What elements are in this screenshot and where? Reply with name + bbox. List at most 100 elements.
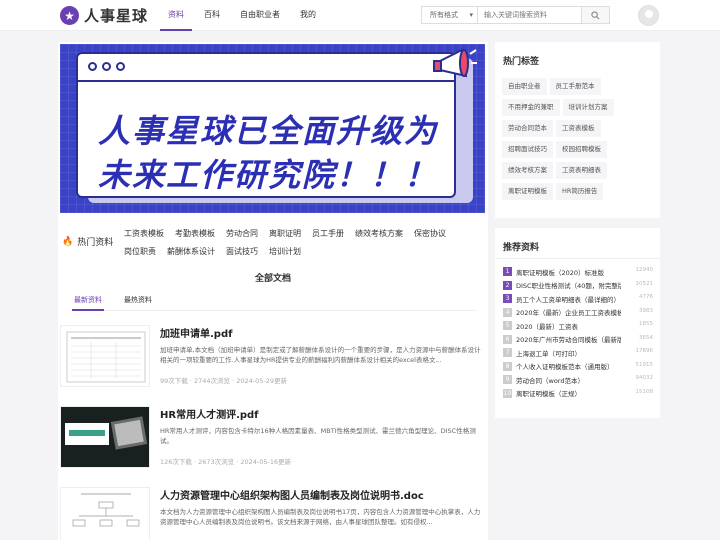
view-count: 3654 xyxy=(639,334,653,341)
promo-banner[interactable]: 人事星球已全面升级为 未来工作研究院！！！ xyxy=(60,44,485,213)
tag-link[interactable]: 培训计划方案 xyxy=(562,99,614,116)
rec-title[interactable]: 个人收入证明模板范本（通用版） xyxy=(516,361,621,371)
rec-title[interactable]: 2020年广州市劳动合同模板（最新版） xyxy=(516,334,621,344)
rec-title[interactable]: 劳动合同（word范本） xyxy=(516,375,621,385)
banner-window-card: 人事星球已全面升级为 未来工作研究院！！！ xyxy=(76,52,456,198)
hot-link[interactable]: 劳动合同 xyxy=(226,225,258,243)
tag-link[interactable]: HR简历报告 xyxy=(556,183,604,200)
rec-title[interactable]: 上海退工单（可打印） xyxy=(516,348,621,358)
hot-link[interactable]: 离职证明 xyxy=(269,225,301,243)
doc-thumbnail[interactable] xyxy=(60,487,150,540)
doc-description: 加班申请单,本文档（加班申请单）是制定或了解薪酬体系设计的一个重要的步骤，是人力… xyxy=(160,346,481,364)
doc-title[interactable]: 人力资源管理中心组织架构图人员编制表及岗位说明书.doc xyxy=(160,487,424,502)
tag-link[interactable]: 离职证明模板 xyxy=(502,183,553,200)
search-input[interactable] xyxy=(478,6,582,24)
doc-tabs: 最新资料 最热资料 xyxy=(72,295,477,311)
list-item[interactable]: 2 DISC职业性格测试（40题，附完整版） 10521 xyxy=(503,279,653,293)
rec-title[interactable]: DISC职业性格测试（40题，附完整版） xyxy=(516,280,621,290)
divider xyxy=(495,258,660,259)
nav-item-mine[interactable]: 我的 xyxy=(292,0,324,31)
talent-assessment-thumbnail-image xyxy=(61,407,149,467)
tag-link[interactable]: 绩效考核方案 xyxy=(502,162,553,179)
rec-title[interactable]: 2020（最新）工资表 xyxy=(516,321,621,331)
hot-link[interactable]: 岗位职责 xyxy=(124,243,156,261)
form-thumbnail-image xyxy=(66,331,146,383)
doc-item[interactable]: HR常用人才测评.pdf HR常用人才测评，内容包含卡特尔16种人格因素量表、M… xyxy=(60,406,485,476)
list-item[interactable]: 6 2020年广州市劳动合同模板（最新版） 3654 xyxy=(503,333,653,347)
megaphone-icon xyxy=(433,48,477,78)
doc-title[interactable]: 加班申请单.pdf xyxy=(160,325,232,340)
main-content: 人事星球已全面升级为 未来工作研究院！！！ 🔥 热门资料 工资表模板 考勤表模板… xyxy=(58,42,488,540)
doc-title[interactable]: HR常用人才测评.pdf xyxy=(160,406,259,421)
rank-badge: 5 xyxy=(503,321,512,331)
site-logo[interactable]: ★ 人事星球 xyxy=(60,5,148,26)
tab-popular[interactable]: 最热资料 xyxy=(122,295,154,311)
list-item[interactable]: 5 2020（最新）工资表 1855 xyxy=(503,319,653,333)
rank-badge: 10 xyxy=(503,388,512,398)
hot-links: 工资表模板 考勤表模板 劳动合同 离职证明 员工手册 绩效考核方案 保密协议 岗… xyxy=(124,225,474,261)
hot-tags-title: 热门标签 xyxy=(503,57,540,67)
window-divider xyxy=(78,80,454,82)
list-item[interactable]: 1 离职证明模板（2020）标准版 12940 xyxy=(503,265,653,279)
search-button[interactable] xyxy=(582,6,610,24)
view-count: 94032 xyxy=(635,375,654,381)
fire-icon: 🔥 xyxy=(62,236,74,247)
doc-item[interactable]: 人力资源管理中心组织架构图人员编制表及岗位说明书.doc 本文档为人力资源管理中… xyxy=(60,487,485,540)
doc-item[interactable]: 加班申请单.pdf 加班申请单,本文档（加班申请单）是制定或了解薪酬体系设计的一… xyxy=(60,325,485,395)
tag-link[interactable]: 员工手册范本 xyxy=(549,78,601,95)
list-item[interactable]: 9 劳动合同（word范本） 94032 xyxy=(503,373,653,387)
hot-link[interactable]: 面试技巧 xyxy=(226,243,258,261)
list-item[interactable]: 10 离职证明模板（正规） 15108 xyxy=(503,387,653,401)
tag-link[interactable]: 工资表模板 xyxy=(556,120,601,137)
top-header: ★ 人事星球 资料 百科 自由职业者 我的 所有格式 ▾ xyxy=(0,0,720,31)
tag-link[interactable]: 工资表明细表 xyxy=(556,162,607,179)
tag-link[interactable]: 自由职业者 xyxy=(502,78,547,95)
banner-headline-1: 人事星球已全面升级为 xyxy=(98,112,439,150)
rank-badge: 4 xyxy=(503,307,512,317)
hot-link[interactable]: 员工手册 xyxy=(312,225,344,243)
rec-title[interactable]: 员工个人工资单明细表（最详细的） xyxy=(516,294,621,304)
tag-link[interactable]: 校园招聘模板 xyxy=(556,141,607,158)
hot-link[interactable]: 保密协议 xyxy=(414,225,446,243)
doc-meta: 126次下载 · 2673次浏览 · 2024-05-16更新 xyxy=(160,458,292,466)
logo-text: 人事星球 xyxy=(84,7,149,25)
hot-link[interactable]: 工资表模板 xyxy=(124,225,164,243)
list-item[interactable]: 3 员工个人工资单明细表（最详细的） 4776 xyxy=(503,292,653,306)
tab-latest[interactable]: 最新资料 xyxy=(72,295,104,311)
rank-badge: 3 xyxy=(503,294,512,304)
nav-item-freelancers[interactable]: 自由职业者 xyxy=(232,0,288,31)
recommended-list: 1 离职证明模板（2020）标准版 12940 2 DISC职业性格测试（40题，附完… xyxy=(503,265,653,400)
rec-title[interactable]: 离职证明模板（2020）标准版 xyxy=(516,267,621,277)
hot-tags-panel: 热门标签 自由职业者 员工手册范本 不用押金的兼职 培训计划方案 劳动合同范本 … xyxy=(495,42,660,218)
doc-description: 本文档为人力资源管理中心组织架构图人员编制表及岗位说明书17页，内容包含人力资源… xyxy=(160,508,481,526)
doc-thumbnail[interactable] xyxy=(60,406,150,468)
search-icon xyxy=(591,10,600,19)
view-count: 1855 xyxy=(639,321,653,327)
tag-link[interactable]: 劳动合同范本 xyxy=(502,120,553,137)
hot-link[interactable]: 绩效考核方案 xyxy=(355,225,403,243)
nav-item-materials[interactable]: 资料 xyxy=(160,0,192,31)
list-item[interactable]: 4 2020年（最新）企业员工工资表模板 3983 xyxy=(503,306,653,320)
rank-badge: 9 xyxy=(503,375,512,385)
view-count: 10521 xyxy=(635,280,654,287)
tag-cloud: 自由职业者 员工手册范本 不用押金的兼职 培训计划方案 劳动合同范本 工资表模板… xyxy=(502,78,657,204)
hot-link[interactable]: 考勤表模板 xyxy=(175,225,215,243)
format-select[interactable]: 所有格式 ▾ xyxy=(421,6,478,24)
rec-title[interactable]: 2020年（最新）企业员工工资表模板 xyxy=(516,307,621,317)
doc-thumbnail[interactable] xyxy=(60,325,150,387)
recommended-title: 推荐资料 xyxy=(503,243,540,253)
hot-link[interactable]: 培训计划 xyxy=(269,243,301,261)
view-count: 51915 xyxy=(635,361,654,368)
hot-link[interactable]: 薪酬体系设计 xyxy=(167,243,215,261)
user-avatar[interactable] xyxy=(638,5,659,26)
list-item[interactable]: 8 个人收入证明模板范本（通用版） 51915 xyxy=(503,360,653,374)
tag-link[interactable]: 不用押金的兼职 xyxy=(502,99,560,116)
window-dots-icon xyxy=(88,62,125,71)
hot-materials-row: 🔥 热门资料 工资表模板 考勤表模板 劳动合同 离职证明 员工手册 绩效考核方案… xyxy=(58,222,488,262)
rec-title[interactable]: 离职证明模板（正规） xyxy=(516,388,621,398)
view-count: 17896 xyxy=(635,348,654,354)
tag-link[interactable]: 招聘面试技巧 xyxy=(502,141,553,158)
nav-item-wiki[interactable]: 百科 xyxy=(196,0,228,31)
chevron-down-icon: ▾ xyxy=(469,11,473,19)
list-item[interactable]: 7 上海退工单（可打印） 17896 xyxy=(503,346,653,360)
